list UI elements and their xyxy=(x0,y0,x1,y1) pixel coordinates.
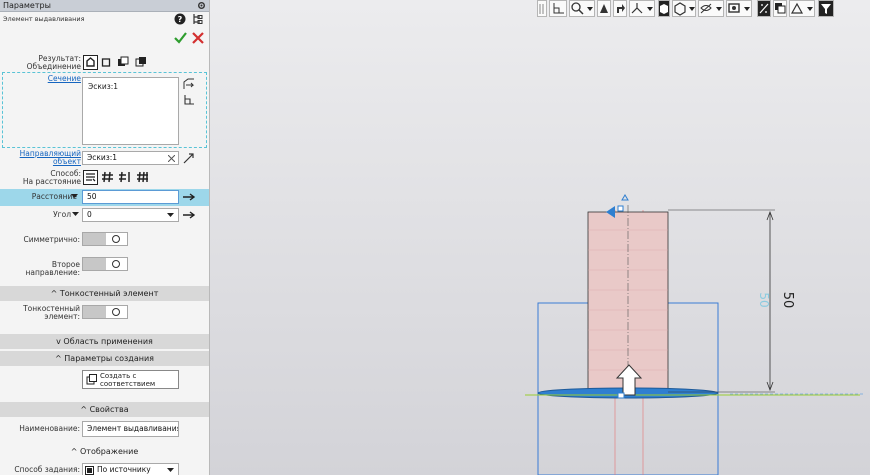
method-to-surface-icon[interactable] xyxy=(136,171,149,184)
second-direction-label: Второе направление: xyxy=(25,260,80,277)
thin-wall-toggle[interactable] xyxy=(82,305,128,319)
dimension-ghost-value: 50 xyxy=(757,292,771,307)
symmetric-label: Симметрично: xyxy=(23,235,81,244)
guide-object-field[interactable]: Эскиз:1 xyxy=(82,151,179,165)
source-icon xyxy=(85,466,94,475)
section-list[interactable]: Эскиз:1 xyxy=(82,77,179,145)
subtract-icon[interactable] xyxy=(117,56,130,69)
section-list-item[interactable]: Эскиз:1 xyxy=(88,82,118,91)
help-icon[interactable]: ? xyxy=(174,13,186,25)
display-section-header[interactable]: ^ Отображение xyxy=(0,447,209,456)
add-body-icon[interactable] xyxy=(101,57,114,70)
panel-title: Параметры xyxy=(3,1,51,10)
scope-section-header[interactable]: v Область применения xyxy=(0,334,209,349)
svg-text:?: ? xyxy=(178,15,183,24)
thin-wall-section-header[interactable]: ^ Тонкостенный элемент xyxy=(0,286,209,301)
model-viewport[interactable]: 50 50 xyxy=(210,0,870,475)
guide-object-link[interactable]: Направляющий объект xyxy=(20,150,81,166)
angle-direction-icon[interactable] xyxy=(183,211,195,219)
name-input[interactable]: Элемент выдавливания: xyxy=(82,421,179,437)
method-distance-icon[interactable] xyxy=(83,170,98,185)
creation-section-header[interactable]: ^ Параметры создания xyxy=(0,351,209,366)
angle-dropdown-icon[interactable] xyxy=(72,212,79,218)
create-with-association-button[interactable]: Создать с соответствием xyxy=(82,370,179,389)
section-link[interactable]: Сечение xyxy=(48,75,81,83)
direction-arrow-icon[interactable] xyxy=(183,152,195,164)
chevron-down-icon xyxy=(167,468,174,472)
operation-title: Элемент выдавливания xyxy=(3,15,85,23)
mode-select[interactable]: По источнику xyxy=(82,463,179,475)
chevron-up-icon: ^ xyxy=(70,447,80,456)
chevron-up-icon: ^ xyxy=(80,405,90,414)
method-label: Способ: На расстояние xyxy=(22,169,81,186)
angle-select[interactable]: 0 xyxy=(82,208,179,222)
associate-icon xyxy=(86,374,97,385)
clear-icon[interactable] xyxy=(168,155,175,162)
union-icon[interactable] xyxy=(83,55,98,70)
gear-icon[interactable] xyxy=(197,1,206,10)
symmetric-toggle[interactable] xyxy=(82,232,128,246)
chevron-down-icon xyxy=(167,213,174,217)
method-to-vertex-icon[interactable] xyxy=(118,171,131,184)
name-label: Наименование: xyxy=(19,424,80,433)
mode-label: Способ задания: xyxy=(14,465,80,474)
second-direction-toggle[interactable] xyxy=(82,257,128,271)
properties-section-header[interactable]: ^ Свойства xyxy=(0,402,209,417)
panel-titlebar: Параметры xyxy=(0,0,209,12)
thin-wall-label: Тонкостенный элемент: xyxy=(23,304,80,321)
select-object-icon[interactable] xyxy=(183,78,195,90)
distance-dropdown-icon[interactable] xyxy=(71,194,78,200)
result-label: Результат: Объединение xyxy=(26,54,81,71)
chevron-up-icon: ^ xyxy=(55,354,65,363)
intersect-icon[interactable] xyxy=(135,56,148,69)
chevron-up-icon: ^ xyxy=(50,289,60,298)
distance-input[interactable]: 50 xyxy=(82,190,179,204)
angle-label: Угол xyxy=(53,210,71,219)
sketch-icon[interactable] xyxy=(183,94,195,106)
cancel-icon[interactable] xyxy=(192,32,204,44)
reverse-direction-icon[interactable] xyxy=(183,193,195,201)
method-through-all-icon[interactable] xyxy=(101,171,114,184)
confirm-icon[interactable] xyxy=(174,32,187,44)
dimension-value[interactable]: 50 xyxy=(780,292,795,309)
parameters-panel: Параметры Элемент выдавливания ? Результ… xyxy=(0,0,210,475)
tree-icon[interactable] xyxy=(192,13,203,25)
